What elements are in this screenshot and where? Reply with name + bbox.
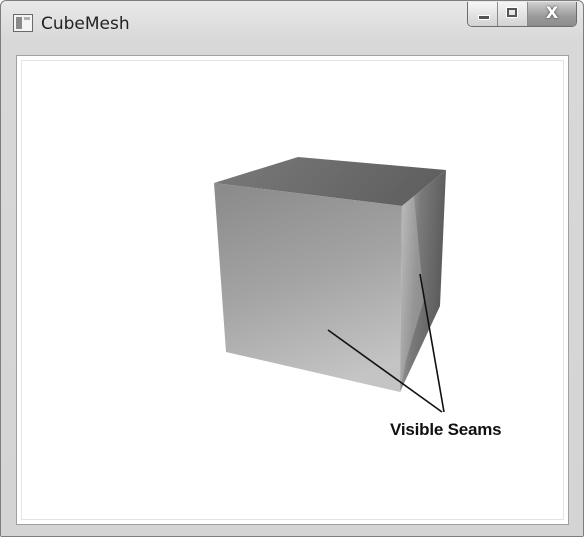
visible-seams-label: Visible Seams <box>390 420 502 439</box>
cube-front-face <box>214 183 402 392</box>
cube-scene <box>214 157 446 413</box>
